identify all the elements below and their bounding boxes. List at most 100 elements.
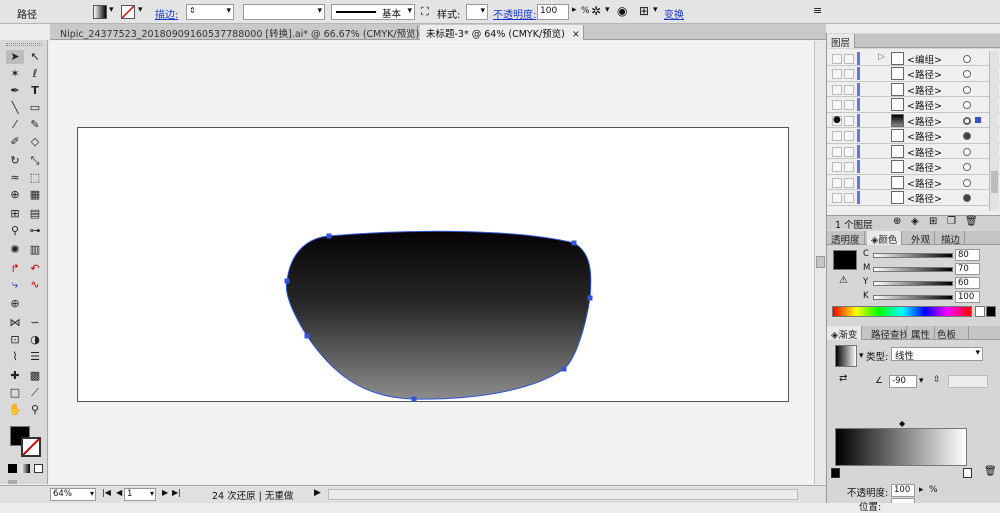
first-artboard-icon[interactable]: |◀ [102,488,111,497]
cyan-field[interactable]: 80 [955,249,980,261]
layer-label: <路径> [907,178,942,190]
lock-toggle[interactable] [844,53,854,64]
angle-field[interactable]: -90 [889,375,917,388]
tab-gradient[interactable]: ◈渐变 [827,326,863,341]
status-menu-icon[interactable]: ▶ [314,488,321,498]
prev-artboard-icon[interactable]: ◀ [116,488,122,497]
visibility-toggle[interactable] [832,162,842,172]
stop-opacity-field[interactable]: 100 [891,484,915,497]
target-icon[interactable] [963,101,971,109]
delete-icon[interactable]: 🗑 [965,216,978,227]
layer-color-bar [857,113,860,127]
gradient-preview[interactable] [835,345,857,367]
layer-row[interactable]: ▷ <编组> [827,50,1000,66]
visibility-toggle[interactable] [832,100,842,110]
layer-row[interactable]: <路径> [827,190,1000,206]
visibility-toggle[interactable] [832,146,842,157]
target-icon[interactable] [963,85,971,94]
zoom-field[interactable]: 64% ▾ [50,488,96,501]
lock-toggle[interactable] [844,131,854,141]
lock-toggle[interactable] [844,162,854,172]
magenta-field[interactable]: 70 [955,263,980,275]
color-spectrum[interactable] [832,306,972,317]
locate-object-icon[interactable]: ⊕ [893,216,901,227]
horizontal-scrollbar[interactable] [328,489,798,500]
lock-toggle[interactable] [844,193,854,203]
target-icon[interactable] [963,70,971,78]
visibility-toggle[interactable] [832,84,842,95]
target-icon[interactable] [963,178,971,187]
color-panel-body: ⚠ C 80 M 70 Y 60 K 100 [827,246,1000,322]
layer-row[interactable]: <路径> [827,174,1000,190]
gradient-stop-end[interactable] [963,468,972,478]
target-icon[interactable] [963,54,971,63]
cyan-slider[interactable] [873,253,953,258]
layer-row-selected[interactable]: ● <路径> [827,112,1000,128]
black-field[interactable]: 100 [955,291,980,303]
layer-color-bar [857,191,860,204]
tab-stroke[interactable]: 描边 [937,231,966,246]
layer-row[interactable]: <路径> [827,66,1000,82]
next-artboard-icon[interactable]: ▶ [162,488,168,497]
reverse-gradient-icon[interactable]: ⇄ [839,373,847,384]
chevron-down-icon[interactable]: ▾ [919,376,924,386]
tab-attributes[interactable]: 属性 [907,326,936,341]
target-icon[interactable] [963,194,971,202]
white-swatch[interactable] [975,306,985,317]
clipping-mask-icon[interactable]: ◈ [911,216,919,227]
lock-toggle[interactable] [844,69,854,79]
tab-pathfinder[interactable]: 路径查找器 [867,326,907,340]
stop-opacity-value: 100 [894,485,911,495]
layer-row[interactable]: <路径> [827,128,1000,144]
new-layer-icon[interactable]: ❐ [947,216,956,227]
yellow-field[interactable]: 60 [955,277,980,289]
yellow-slider[interactable] [873,281,953,286]
lock-toggle[interactable] [844,84,854,95]
tab-layers[interactable]: 图层 [827,34,856,49]
chevron-right-icon[interactable]: ▸ [919,485,924,495]
layer-row[interactable]: <路径> [827,81,1000,97]
lock-toggle[interactable] [844,177,854,188]
stop-location-field[interactable] [891,498,915,503]
tab-appearance[interactable]: 外观 [907,231,936,246]
layer-row[interactable]: <路径> [827,97,1000,113]
visibility-toggle[interactable] [832,131,842,141]
layer-row[interactable]: <路径> [827,143,1000,159]
target-icon[interactable] [963,132,971,140]
lock-toggle[interactable] [844,146,854,157]
tab-swatches[interactable]: 色板 [933,326,969,340]
lock-toggle[interactable] [844,100,854,110]
gradient-stop-start[interactable] [831,468,840,478]
last-artboard-icon[interactable]: ▶| [172,488,181,497]
scroll-thumb[interactable] [991,171,998,193]
gradient-slider[interactable] [835,428,967,466]
visibility-toggle[interactable]: ● [832,115,842,126]
scroll-thumb[interactable] [816,256,825,268]
magenta-slider[interactable] [873,267,953,272]
target-icon[interactable] [963,116,971,125]
visibility-toggle[interactable] [832,193,842,203]
new-sublayer-icon[interactable]: ⊞ [929,216,937,227]
vertical-scrollbar[interactable] [814,41,826,484]
aspect-ratio-field[interactable] [948,375,988,388]
tab-color[interactable]: ◈颜色 [867,231,903,246]
midpoint-marker[interactable]: ◆ [899,419,905,428]
artboard-number-field[interactable]: 1 ▾ [124,488,156,501]
black-slider[interactable] [873,295,953,300]
lock-toggle[interactable] [844,115,854,126]
target-icon[interactable] [963,147,971,156]
layer-row[interactable]: <路径> [827,159,1000,175]
out-of-gamut-icon[interactable]: ⚠ [839,275,848,286]
delete-stop-icon[interactable]: 🗑 [984,466,997,477]
gradient-type-select[interactable]: 线性 ▾ [891,347,983,362]
chevron-right-icon[interactable]: ▷ [878,52,885,62]
visibility-toggle[interactable] [832,53,842,64]
target-icon[interactable] [963,163,971,171]
visibility-toggle[interactable] [832,177,842,188]
layers-scrollbar[interactable] [989,51,999,211]
fill-color-swatch[interactable] [833,250,857,270]
black-swatch[interactable] [986,306,996,317]
visibility-toggle[interactable] [832,69,842,79]
chevron-down-icon[interactable]: ▾ [859,351,864,361]
tab-transparency[interactable]: 透明度 [827,231,865,246]
